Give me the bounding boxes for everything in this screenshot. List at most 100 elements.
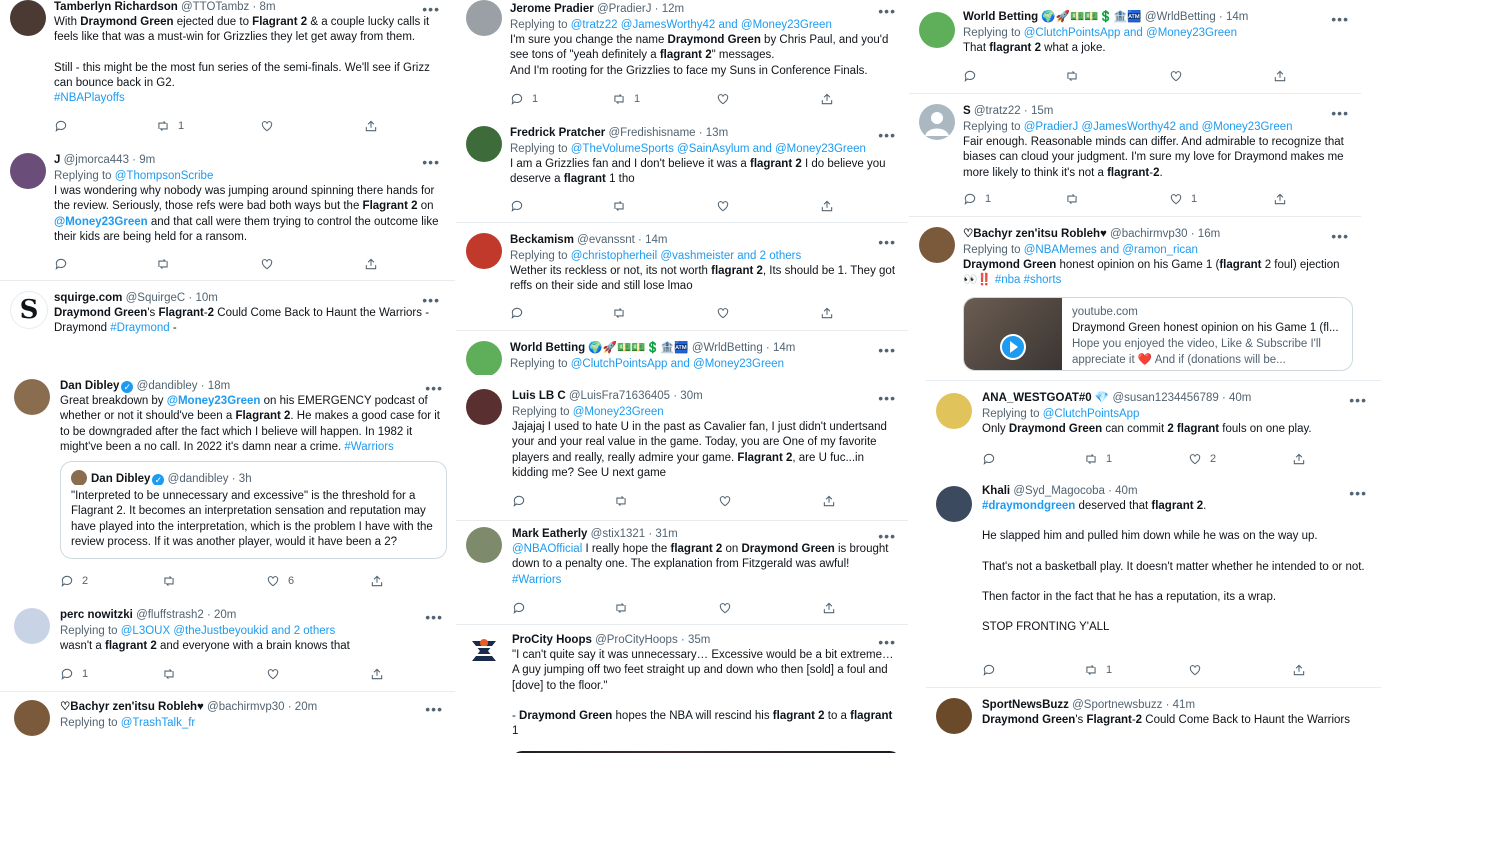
replying-to-link[interactable]: @PradierJ @JamesWorthy42 and @Money23Gre… xyxy=(1024,121,1293,133)
tweet[interactable]: Jerome Pradier @PradierJ · 12m Replying … xyxy=(456,0,908,117)
avatar[interactable] xyxy=(466,233,502,269)
author-name[interactable]: Luis LB C xyxy=(512,390,566,402)
tweet[interactable]: Khali @Syd_Magocoba · 40m #draymondgreen… xyxy=(926,476,1381,688)
retweet-button[interactable] xyxy=(614,601,628,615)
inline-link[interactable]: #Warriors xyxy=(512,574,561,586)
replying-to-link[interactable]: @ClutchPointsApp xyxy=(1043,408,1140,420)
timestamp[interactable]: 14m xyxy=(1226,11,1248,23)
author-handle[interactable]: @tratz22 xyxy=(974,105,1021,117)
inline-link[interactable]: #Draymond xyxy=(110,322,169,334)
author-handle[interactable]: @stix1321 xyxy=(591,528,646,540)
like-button[interactable]: 2 xyxy=(1188,452,1216,466)
more-options-icon[interactable]: ••• xyxy=(425,610,443,624)
author-handle[interactable]: @Sportnewsbuzz xyxy=(1072,699,1162,711)
avatar[interactable] xyxy=(466,0,502,36)
retweet-button[interactable] xyxy=(614,494,628,508)
replying-to-link[interactable]: @NBAMemes and @ramon_rican xyxy=(1024,244,1198,256)
author-handle[interactable]: @PradierJ xyxy=(597,3,652,15)
retweet-button[interactable] xyxy=(612,199,626,213)
author-handle[interactable]: @ProCityHoops xyxy=(595,634,678,646)
avatar[interactable] xyxy=(919,104,955,140)
reply-button[interactable] xyxy=(54,257,68,271)
reply-button[interactable]: 2 xyxy=(60,574,88,588)
like-button[interactable] xyxy=(716,92,730,106)
reply-button[interactable] xyxy=(510,199,524,213)
tweet[interactable]: Beckamism @evanssnt · 14m Replying to @c… xyxy=(456,223,908,331)
link-preview-card[interactable]: youtube.com Draymond Green honest opinio… xyxy=(963,296,1353,371)
replying-to-link[interactable]: @L3OUX @theJustbeyoukid and 2 others xyxy=(121,625,336,637)
reply-button[interactable] xyxy=(510,306,524,320)
reply-button[interactable]: 1 xyxy=(60,667,88,681)
more-options-icon[interactable]: ••• xyxy=(878,529,896,543)
tweet[interactable]: J @jmorca443 · 9m Replying to @ThompsonS… xyxy=(0,143,455,281)
author-handle[interactable]: @SquirgeC xyxy=(126,292,186,304)
like-button[interactable] xyxy=(716,306,730,320)
retweet-button[interactable] xyxy=(1065,69,1079,83)
more-options-icon[interactable]: ••• xyxy=(1349,486,1367,500)
share-button[interactable] xyxy=(820,306,834,320)
author-handle[interactable]: @Syd_Magocoba xyxy=(1013,485,1105,497)
retweet-button[interactable]: 1 xyxy=(612,92,640,106)
timestamp[interactable]: 20m xyxy=(295,701,317,713)
like-button[interactable]: 1 xyxy=(1169,192,1197,206)
more-options-icon[interactable]: ••• xyxy=(878,343,896,357)
author-name[interactable]: ProCity Hoops xyxy=(512,634,592,646)
more-options-icon[interactable]: ••• xyxy=(878,635,896,649)
share-button[interactable] xyxy=(1273,192,1287,206)
replying-to-link[interactable]: @Money23Green xyxy=(573,406,664,418)
tweet[interactable]: ANA_WESTGOAT#0 💎 @susan1234456789 · 40m … xyxy=(926,380,1381,477)
avatar[interactable]: S xyxy=(10,291,48,329)
author-name[interactable]: S xyxy=(963,105,971,117)
replying-to-link[interactable]: @TrashTalk_fr xyxy=(121,717,196,729)
tweet[interactable]: S squirge.com @SquirgeC · 10m Draymond G… xyxy=(0,281,455,368)
timestamp[interactable]: 41m xyxy=(1173,699,1195,711)
tweet[interactable]: S @tratz22 · 15m Replying to @PradierJ @… xyxy=(909,94,1361,217)
more-options-icon[interactable]: ••• xyxy=(422,155,440,169)
more-options-icon[interactable]: ••• xyxy=(425,381,443,395)
more-options-icon[interactable]: ••• xyxy=(1331,106,1349,120)
timestamp[interactable]: 14m xyxy=(645,234,667,246)
share-button[interactable] xyxy=(364,257,378,271)
more-options-icon[interactable]: ••• xyxy=(878,391,896,405)
author-handle[interactable]: @WrldBetting xyxy=(692,342,763,354)
author-name[interactable]: ANA_WESTGOAT#0 xyxy=(982,392,1092,404)
author-handle[interactable]: @WrldBetting xyxy=(1145,11,1216,23)
timestamp[interactable]: 30m xyxy=(680,390,702,402)
inline-link[interactable]: @Money23Green xyxy=(167,395,261,407)
author-name[interactable]: World Betting xyxy=(510,342,585,354)
retweet-button[interactable] xyxy=(162,574,176,588)
timestamp[interactable]: 10m xyxy=(195,292,217,304)
avatar[interactable] xyxy=(936,698,972,734)
inline-link[interactable]: @Money23Green xyxy=(54,216,148,228)
author-name[interactable]: ♡Bachyr zen'itsu Robleh♥ xyxy=(963,228,1107,240)
reply-button[interactable]: 1 xyxy=(510,92,538,106)
author-name[interactable]: Tamberlyn Richardson xyxy=(54,1,178,13)
tweet[interactable]: Dan Dibley ✓ @dandibley · 18m Great break… xyxy=(0,367,455,599)
tweet[interactable]: Luis LB C @LuisFra71636405 · 30m Replyin… xyxy=(456,379,908,521)
reply-button[interactable] xyxy=(54,119,68,133)
avatar[interactable] xyxy=(919,12,955,48)
tweet[interactable]: World Betting 🌍🚀💵💵💲🏦🏧 @WrldBetting · 14m… xyxy=(909,0,1361,94)
timestamp[interactable]: 31m xyxy=(655,528,677,540)
retweet-button[interactable]: 1 xyxy=(1084,663,1112,677)
replying-to-link[interactable]: @ClutchPointsApp and @Money23Green xyxy=(1024,27,1237,39)
inline-link[interactable]: #nba #shorts xyxy=(995,274,1062,286)
like-button[interactable] xyxy=(1188,663,1202,677)
replying-to-link[interactable]: @tratz22 @JamesWorthy42 and @Money23Gree… xyxy=(571,19,832,31)
avatar[interactable] xyxy=(466,126,502,162)
like-button[interactable] xyxy=(718,494,732,508)
author-handle[interactable]: @LuisFra71636405 xyxy=(569,390,670,402)
share-button[interactable] xyxy=(820,92,834,106)
timestamp[interactable]: 18m xyxy=(208,380,230,392)
reply-button[interactable] xyxy=(512,601,526,615)
replying-to-link[interactable]: @ClutchPointsApp and @Money23Green xyxy=(571,358,784,370)
timestamp[interactable]: 14m xyxy=(773,342,795,354)
author-name[interactable]: perc nowitzki xyxy=(60,609,133,621)
inline-link[interactable]: #NBAPlayoffs xyxy=(54,92,125,104)
avatar[interactable] xyxy=(14,608,50,644)
tweet[interactable]: World Betting 🌍🚀💵💵💲🏦🏧 @WrldBetting · 14m… xyxy=(456,331,908,375)
author-name[interactable]: World Betting xyxy=(963,11,1038,23)
author-name[interactable]: Mark Eatherly xyxy=(512,528,587,540)
reply-button[interactable]: 1 xyxy=(963,192,991,206)
like-button[interactable]: 6 xyxy=(266,574,294,588)
